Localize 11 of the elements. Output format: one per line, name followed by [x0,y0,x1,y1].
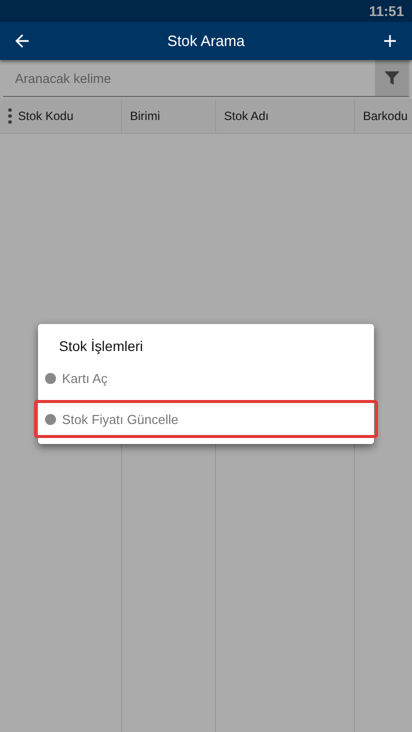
dialog-title: Stok İşlemleri [58,338,144,354]
column-header[interactable]: Birimi [122,99,216,134]
column-header[interactable]: Barkodu [355,99,412,134]
menu-option[interactable]: Kartı Aç [38,362,374,394]
column-header[interactable]: Stok Kodu [0,99,122,134]
screen-title: Stok Arama [167,32,245,50]
status-time: 11:51 [368,3,404,19]
menu-option[interactable]: Stok Fiyatı Güncelle [34,400,378,438]
more-icon[interactable] [8,108,12,124]
filter-icon[interactable] [375,60,409,96]
column-header[interactable]: Stok Adı [216,99,355,134]
